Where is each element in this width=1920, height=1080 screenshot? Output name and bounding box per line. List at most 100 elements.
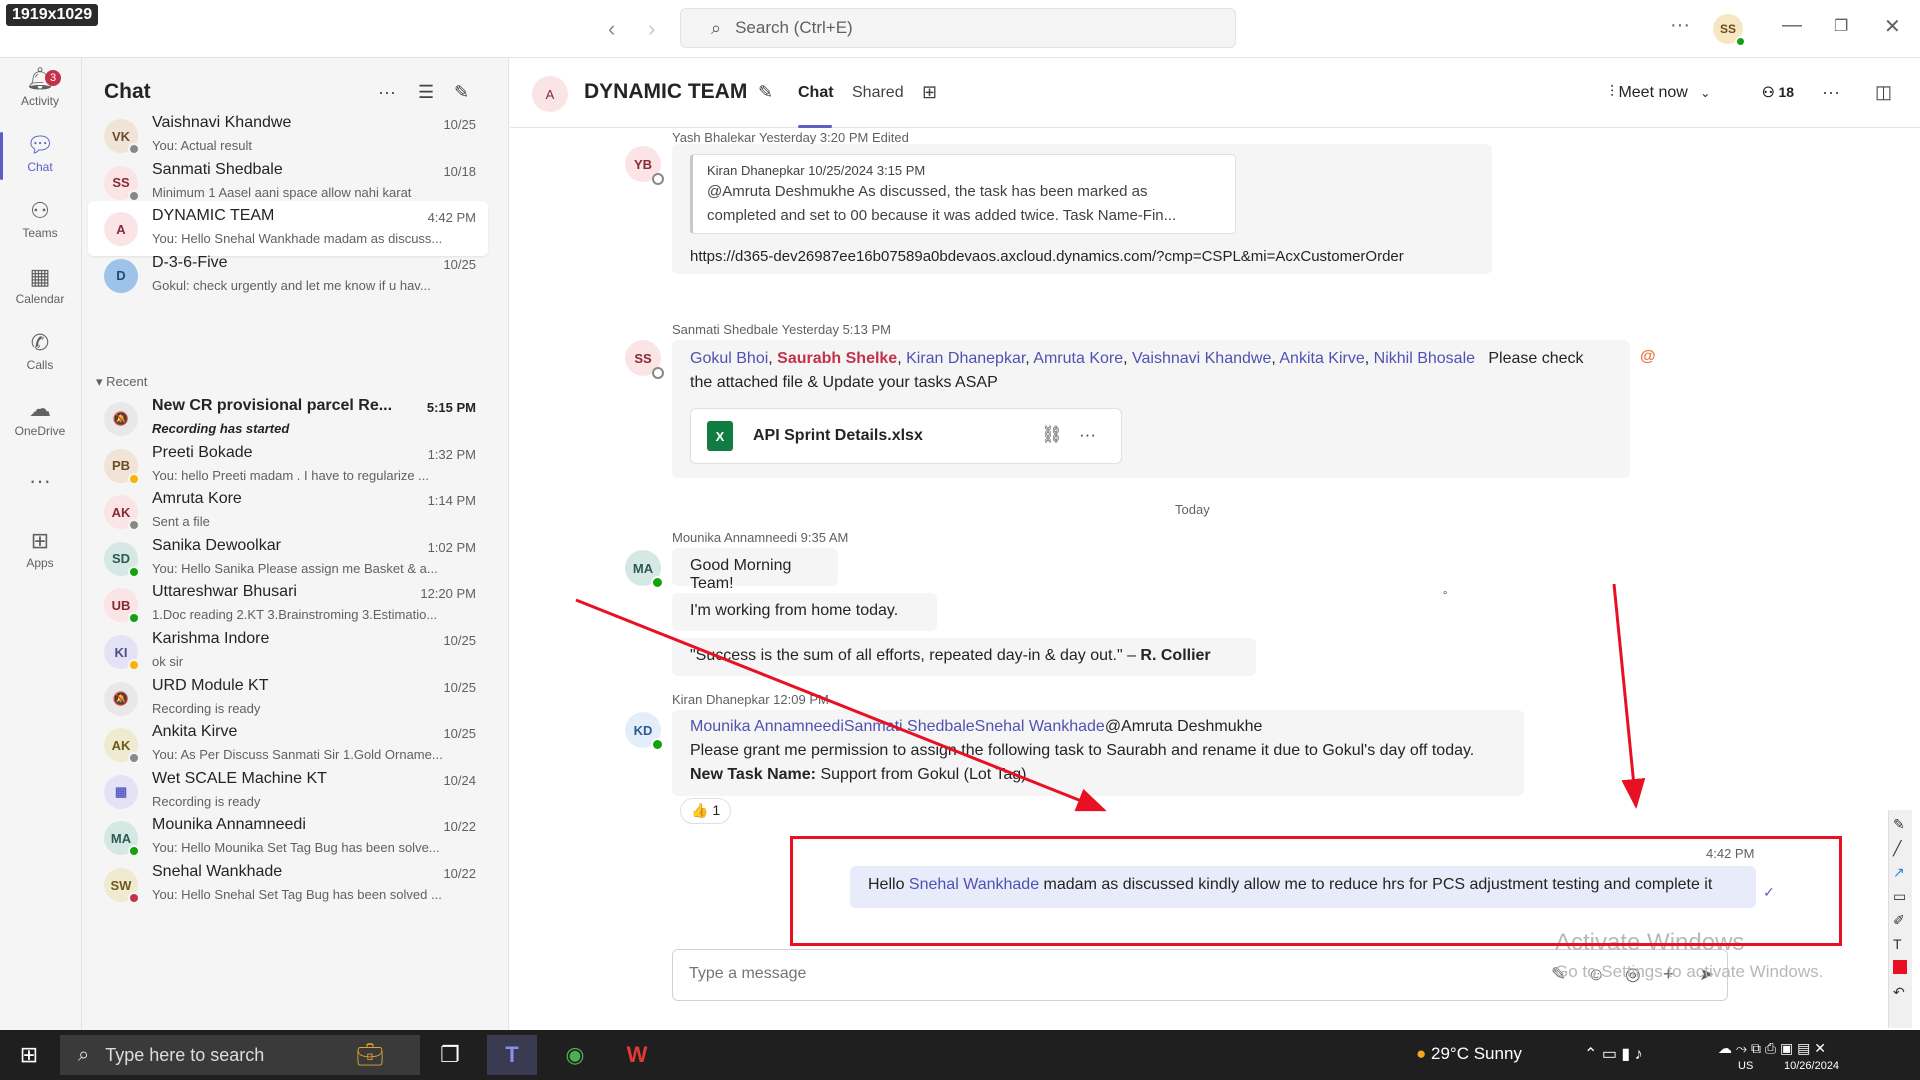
weather-text: 29°C Sunny [1431,1044,1522,1063]
quote-text: "Success is the sum of all efforts, repe… [690,647,1136,664]
restore-button[interactable]: ❐ [1834,16,1848,36]
excel-file-icon: X [707,421,733,451]
avatar: AK [104,728,140,765]
presence-icon [128,565,140,578]
header-more-icon[interactable]: ··· [1822,82,1840,103]
link-icon[interactable]: ⛓ [1041,425,1063,445]
chat-name: Karishma Indore [152,630,270,647]
rail-onedrive[interactable]: ☁ OneDrive [0,394,80,438]
chat-name: D-3-6-Five [152,253,228,271]
message-bubble[interactable]: I'm working from home today. [672,593,937,631]
file-attachment[interactable]: X API Sprint Details.xlsx ⛓ ··· [690,408,1122,464]
reaction-pill[interactable]: 👍 1 [680,798,732,824]
mention[interactable]: Nikhil Bhosale [1374,350,1475,367]
message-link[interactable]: https://d365-dev26987ee16b07589a0bdevaos… [690,248,1404,265]
mention-self[interactable]: Saurabh Shelke [777,350,897,367]
minimize-button[interactable]: — [1782,14,1802,37]
rail-calls[interactable]: ✆ Calls [0,328,80,372]
add-tab-icon[interactable]: ⊞ [922,82,937,103]
highlighter-icon[interactable]: ✐ [1893,912,1905,929]
chat-preview: You: hello Preeti madam . I have to regu… [152,467,430,483]
chat-more-icon[interactable]: ··· [378,82,396,103]
input-language: US [1738,1060,1754,1072]
task-view-icon[interactable]: ❐ [425,1035,475,1075]
avatar: VK [104,119,140,155]
forward-arrow-icon[interactable]: › [648,16,655,42]
mention-group[interactable]: Mounika AnnamneediSanmati ShedbaleSnehal… [690,718,1105,735]
activity-count-badge: 3 [45,70,61,86]
presence-icon [128,143,140,155]
message-bubble[interactable]: "Success is the sum of all efforts, repe… [672,638,1256,676]
avatar: 🔕 [104,681,138,716]
briefcase-icon[interactable]: 💼︎ [345,1035,395,1075]
message-bubble[interactable]: Mounika AnnamneediSanmati ShedbaleSnehal… [672,710,1524,796]
message-input[interactable] [673,950,1273,998]
pen-icon[interactable]: ✎ [1893,816,1905,833]
mention[interactable]: Kiran Dhanepkar [906,350,1025,367]
chat-list-item[interactable]: SW Snehal Wankhade 10/22 You: Hello Snehal … [88,857,488,912]
search-input[interactable]: ⌕ Search (Ctrl+E) [680,8,1236,48]
avatar: UB [104,588,140,625]
teams-taskbar-icon[interactable]: T [487,1035,537,1075]
mention[interactable]: Ankita Kirve [1279,350,1364,367]
undo-icon[interactable]: ↶ [1893,984,1905,1001]
tab-shared[interactable]: Shared [852,84,904,102]
mention[interactable]: Vaishnavi Khandwe [1132,350,1271,367]
avatar-initials: 🔕 [112,690,130,706]
message-text: the attached file & Update your tasks AS… [690,374,998,391]
annotation-highlight-box [790,836,1842,946]
avatar-initials: MA [632,560,654,576]
more-options-icon[interactable]: ··· [1670,14,1690,37]
arrow-tool-icon[interactable]: ↗ [1893,864,1905,881]
mention[interactable]: Gokul Bhoi [690,350,768,367]
rail-calendar[interactable]: ▦ Calendar [0,262,80,306]
avatar: SD [104,541,140,578]
avatar-initials: A [116,221,126,237]
chat-time: 10/25 [443,726,476,742]
rail-apps[interactable]: ⊞ Apps [0,526,80,570]
chat-list-item[interactable]: D D-3-6-Five 10/25 Gokul: check urgently an… [88,248,488,303]
participants-button[interactable]: ⚇ 18 [1762,84,1794,101]
rail-activity[interactable]: 🔔︎ 3 Activity [0,64,80,108]
rectangle-icon[interactable]: ▭ [1893,888,1906,905]
chrome-icon[interactable]: ◉ [550,1035,600,1075]
system-tray-icons[interactable]: ⌃ ▭ ▮ ♪ [1584,1044,1643,1064]
message-bubble[interactable]: Kiran Dhanepkar 10/25/2024 3:15 PM @Amru… [672,144,1492,274]
user-avatar[interactable]: SS [1713,14,1746,47]
rail-chat[interactable]: 💬︎ Chat [0,130,80,180]
weather-widget[interactable]: ● 29°C Sunny [1416,1044,1522,1064]
wps-office-icon[interactable]: W [612,1035,662,1075]
mention[interactable]: Amruta Kore [1033,350,1123,367]
rail-more[interactable]: ··· [0,466,80,496]
chat-name: Mounika Annamneedi [152,816,306,834]
people-icon: ⚇ [1762,84,1779,100]
meet-now-button[interactable]: ⫶ Meet now ⌄ [1610,84,1710,102]
message-sender: Mounika Annamneedi 9:35 AM [672,530,849,545]
tab-chat[interactable]: Chat [798,84,834,102]
file-more-icon[interactable]: ··· [1079,425,1096,445]
presence-icon [128,659,140,671]
color-swatch-icon[interactable] [1893,960,1907,974]
avatar-initials: 🔕 [112,411,130,426]
avatar-initials: YB [633,156,653,172]
open-side-panel-icon[interactable]: ◫ [1875,82,1892,103]
line-icon[interactable]: ╱ [1893,840,1901,857]
message-bubble[interactable]: Good Morning Team! [672,548,838,592]
rail-calendar-label: Calendar [15,292,65,306]
recent-section-header[interactable]: ▾ Recent [96,374,147,390]
quote-line: @Amruta Deshmukhe As discussed, the task… [707,183,1148,200]
message-text: Please grant me permission to assign the… [690,742,1475,759]
message-bubble[interactable]: Gokul Bhoi, Saurabh Shelke, Kiran Dhanep… [672,340,1630,478]
message-text: Mounika AnnamneediSanmati ShedbaleSnehal… [690,718,1262,736]
edit-pencil-icon[interactable]: ✎ [758,82,773,103]
quoted-reply[interactable]: Kiran Dhanepkar 10/25/2024 3:15 PM @Amru… [690,154,1236,234]
back-arrow-icon[interactable]: ‹ [608,16,615,42]
text-tool-icon[interactable]: T [1893,936,1902,952]
close-window-button[interactable]: ✕ [1884,14,1901,39]
rail-teams[interactable]: ⚇ Teams [0,196,80,240]
filter-icon[interactable]: ☰ [418,82,434,103]
windows-start-icon[interactable]: ⊞ [4,1035,54,1075]
tray-icons[interactable]: ☁ ⤳ ⧉ ⎙ ▣ ▤ ✕ [1718,1040,1826,1057]
message-list: Yash Bhalekar Yesterday 3:20 PM Edited Y… [510,128,1920,948]
new-chat-icon[interactable]: ✎ [454,82,469,103]
